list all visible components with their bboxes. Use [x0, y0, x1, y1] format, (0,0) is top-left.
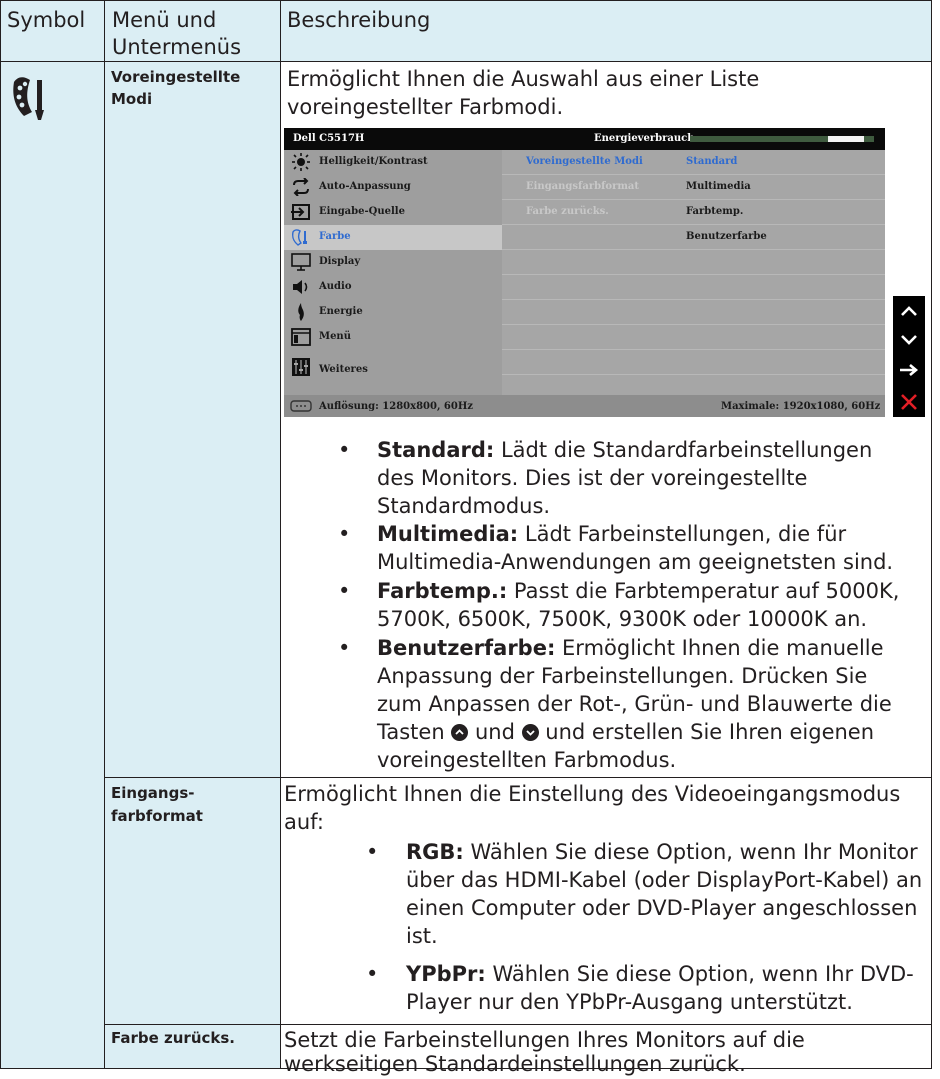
energy-icon	[298, 303, 304, 321]
osd-menu-other[interactable]: Weiteres	[284, 355, 502, 385]
bullet-dot: •	[338, 636, 351, 660]
bullet-ypbpr-line2: Player nur den YPbPr-Ausgang unterstützt…	[406, 990, 853, 1014]
energy-meter	[690, 136, 874, 142]
bullet-dot: •	[366, 962, 379, 986]
bullet-farbtemp-line1: Farbtemp.: Passt die Farbtemperatur auf …	[377, 579, 900, 603]
row1-desc-line1: Ermöglicht Ihnen die Auswahl aus einer L…	[287, 67, 760, 91]
osd-submenu-preset-modes[interactable]: Voreingestellte Modi	[526, 156, 643, 167]
bullet-rgb-line3: einen Computer oder DVD-Player angeschlo…	[406, 896, 918, 920]
color-palette-icon	[10, 72, 48, 122]
bullet-benutzerfarbe-line3: zum Anpassen der Rot-, Grün- und Blauwer…	[377, 692, 892, 716]
osd-option-standard[interactable]: Standard	[686, 156, 737, 167]
menu-icon	[291, 328, 311, 346]
bullet-ypbpr-line1: YPbPr: Wählen Sie diese Option, wenn Ihr…	[406, 962, 914, 986]
osd-submenu-input-color-format[interactable]: Eingangsfarbformat	[526, 181, 639, 192]
bullet-multimedia-line2: Multimedia-Anwendungen am geeignetsten s…	[377, 550, 894, 574]
row3-desc-line2: werkseitigen Standardeinstellungen zurüc…	[284, 1052, 746, 1076]
enter-icon[interactable]	[893, 354, 925, 386]
symbol-column-bg	[0, 61, 104, 1069]
down-icon[interactable]	[893, 326, 925, 354]
osd-menu-label: Farbe	[319, 231, 351, 242]
display-icon	[291, 253, 311, 271]
menu-farbe-zuruecks: Farbe zurücks.	[111, 1029, 235, 1047]
osd-menu-energy[interactable]: Energie	[284, 300, 502, 325]
osd-menu-menu[interactable]: Menü	[284, 325, 502, 353]
menu-eingangsfarbformat-line2: farbformat	[111, 807, 203, 825]
bullet-standard-line2: des Monitors. Dies ist der voreingestell…	[377, 466, 808, 490]
menu-voreingestellte-modi-line2: Modi	[111, 90, 153, 108]
header-symbol: Symbol	[7, 8, 86, 32]
osd-menu-label: Eingabe-Quelle	[319, 206, 405, 217]
bullet-benutzerfarbe-line4: Tasten und und erstellen Sie Ihren eigen…	[377, 720, 875, 744]
osd-model: Dell C5517H	[293, 133, 365, 144]
osd-menu-auto-adjust[interactable]: Auto-Anpassung	[284, 175, 502, 200]
bullet-benutzerfarbe-line5: voreingestellten Farbmodus.	[377, 748, 677, 772]
bullet-standard-line1: Standard: Lädt die Standardfarbeinstellu…	[377, 438, 873, 462]
down-button-icon	[521, 724, 539, 741]
osd-option-color-temp[interactable]: Farbtemp.	[686, 206, 743, 217]
menu-column-bg	[104, 61, 280, 1069]
osd-submenu: Voreingestellte Modi Standard Eingangsfar…	[502, 150, 885, 395]
osd-status-bar: Auflösung: 1280x800, 60Hz Maximale: 1920…	[284, 395, 885, 417]
osd-menu-label: Display	[319, 256, 361, 267]
bullet-dot: •	[338, 438, 351, 462]
close-icon[interactable]	[893, 386, 925, 417]
header-menu-line2: Untermenüs	[112, 35, 242, 59]
osd-menu-display[interactable]: Display	[284, 250, 502, 275]
osd-menu-screenshot: Dell C5517H Energieverbrauch Helligkeit/…	[284, 128, 885, 417]
bullet-rgb-line4: ist.	[406, 924, 438, 948]
bullet-multimedia-line1: Multimedia: Lädt Farbeinstellungen, die …	[377, 522, 847, 546]
osd-submenu-reset-color[interactable]: Farbe zurücks.	[526, 206, 609, 217]
osd-menu-label: Audio	[319, 281, 352, 292]
up-button-icon	[451, 724, 469, 741]
osd-menu-color[interactable]: Farbe	[284, 225, 502, 250]
bullet-dot: •	[366, 840, 379, 864]
brightness-icon	[292, 153, 310, 171]
row2-desc-line2: auf:	[284, 810, 324, 834]
osd-menu-label: Helligkeit/Kontrast	[319, 156, 428, 167]
bullet-benutzerfarbe-line1: Benutzerfarbe: Ermöglicht Ihnen die manu…	[377, 636, 884, 660]
speaker-icon	[293, 280, 308, 294]
menu-voreingestellte-modi-line1: Voreingestellte	[111, 68, 241, 86]
bullet-dot: •	[338, 522, 351, 546]
header-description: Beschreibung	[287, 8, 431, 32]
bullet-standard-line3: Standardmodus.	[377, 494, 551, 518]
input-source-icon	[291, 204, 310, 220]
osd-menu-audio[interactable]: Audio	[284, 275, 502, 300]
osd-title-bar: Dell C5517H Energieverbrauch	[284, 128, 885, 150]
osd-resolution: Auflösung: 1280x800, 60Hz	[319, 401, 473, 412]
osd-main-menu: Helligkeit/Kontrast Auto-Anpassung Einga…	[284, 150, 502, 395]
bullet-rgb-line1: RGB: Wählen Sie diese Option, wenn Ihr M…	[406, 840, 918, 864]
osd-option-custom-color[interactable]: Benutzerfarbe	[686, 231, 767, 242]
connector-icon	[290, 400, 312, 412]
color-icon	[291, 229, 307, 246]
bullet-farbtemp-line2: 5700K, 6500K, 7500K, 9300K oder 10000K a…	[377, 607, 868, 631]
osd-menu-label: Energie	[319, 306, 363, 317]
osd-energy-label: Energieverbrauch	[594, 133, 695, 144]
osd-menu-label: Menü	[319, 331, 351, 342]
settings-sliders-icon	[292, 358, 310, 376]
up-icon[interactable]	[893, 296, 925, 326]
row2-desc-line1: Ermöglicht Ihnen die Einstellung des Vid…	[284, 782, 901, 806]
auto-adjust-icon	[293, 178, 309, 196]
bullet-benutzerfarbe-line2: Anpassung der Farbeinstellungen. Drücken…	[377, 664, 868, 688]
osd-menu-brightness[interactable]: Helligkeit/Kontrast	[284, 150, 502, 175]
osd-menu-label: Weiteres	[319, 364, 368, 375]
header-menu-line1: Menü und	[112, 8, 217, 32]
bullet-dot: •	[338, 579, 351, 603]
osd-menu-label: Auto-Anpassung	[319, 181, 411, 192]
osd-max-resolution: Maximale: 1920x1080, 60Hz	[721, 401, 881, 412]
row1-desc-line2: voreingestellter Farbmodi.	[287, 95, 564, 119]
osd-menu-input-source[interactable]: Eingabe-Quelle	[284, 200, 502, 225]
osd-option-multimedia[interactable]: Multimedia	[686, 181, 751, 192]
bullet-rgb-line2: über das HDMI-Kabel (oder DisplayPort-Ka…	[406, 868, 923, 892]
menu-eingangsfarbformat-line1: Eingangs-	[111, 784, 195, 802]
